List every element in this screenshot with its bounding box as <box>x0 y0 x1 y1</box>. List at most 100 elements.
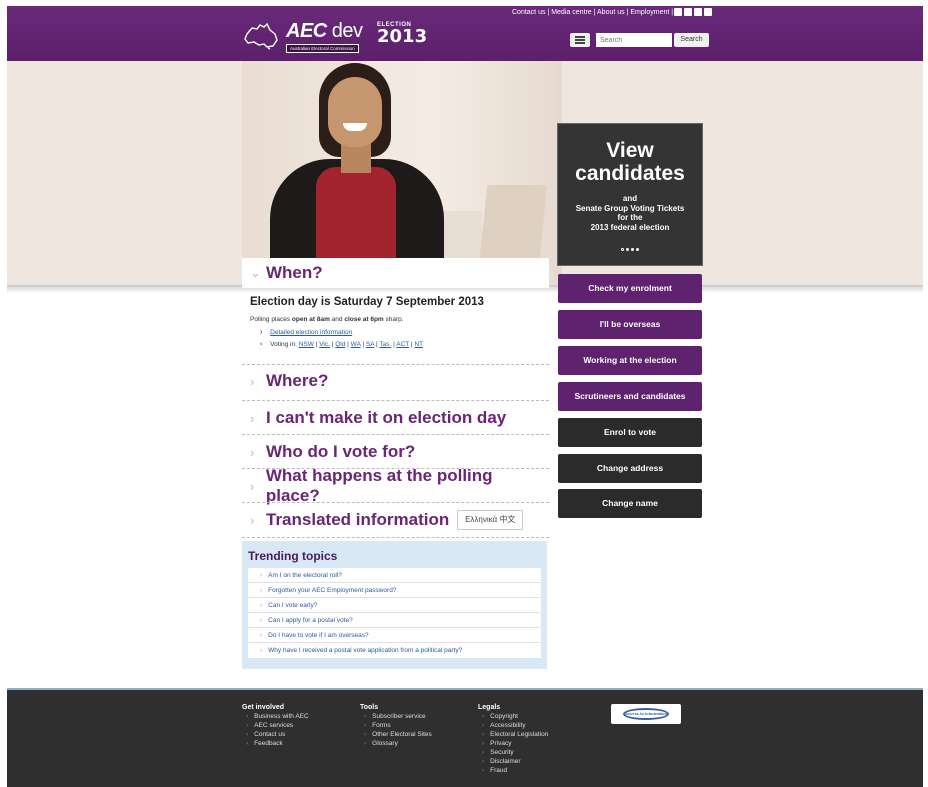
chevron-right-icon: › <box>260 617 263 624</box>
top-link-separator: | <box>626 9 629 16</box>
hamburger-line <box>575 36 585 38</box>
check-enrolment-button[interactable]: Check my enrolment <box>558 274 702 303</box>
list-item[interactable]: › Forgotten your AEC Employment password? <box>248 583 541 598</box>
menu-button[interactable] <box>570 33 590 47</box>
chevron-right-icon: › <box>250 444 255 460</box>
facebook-icon[interactable] <box>684 8 692 16</box>
footer-link[interactable]: › Forms <box>360 721 432 730</box>
footer-link[interactable]: › Other Electoral Sites <box>360 730 432 739</box>
poll-text: Polling places <box>250 316 292 323</box>
trend-text: Am I on the electoral roll? <box>268 572 342 579</box>
list-item[interactable]: › Can I vote early? <box>248 598 541 613</box>
accordion-when-header[interactable]: ⌄ When? <box>250 258 549 288</box>
detailed-info-link[interactable]: Detailed election information <box>270 329 352 336</box>
search-button[interactable]: Search <box>674 33 709 47</box>
photo-face-shape <box>328 77 382 147</box>
overseas-button[interactable]: I'll be overseas <box>558 310 702 339</box>
trending-title: Trending topics <box>248 549 338 563</box>
language-selector[interactable]: Ελληνικά 中文 <box>457 510 524 530</box>
promo-line: Senate Group Voting Tickets <box>575 203 685 213</box>
footer-link[interactable]: › Feedback <box>242 739 309 748</box>
voting-in-row: › Voting in: NSW | Vic. | Qld | WA | SA … <box>260 341 424 348</box>
promo-line: for the <box>617 213 643 222</box>
state-link-act[interactable]: ACT <box>396 341 409 348</box>
top-link-separator: | <box>593 9 596 16</box>
poll-close: close at 6pm <box>344 316 384 323</box>
australia-map-icon <box>244 22 278 50</box>
footer-col-get-involved: Get involved › Business with AEC › AEC ser… <box>242 704 309 748</box>
state-link-wa[interactable]: WA <box>351 341 361 348</box>
access-to-information-badge[interactable]: Access to information <box>611 704 681 724</box>
trend-text: Can I vote early? <box>268 602 318 609</box>
state-link-qld[interactable]: Qld <box>335 341 345 348</box>
accordion-when[interactable]: ⌄ When? <box>242 258 549 288</box>
carousel-dot[interactable] <box>631 248 634 251</box>
hero-banner <box>7 61 923 293</box>
footer-link[interactable]: › Privacy <box>478 739 548 748</box>
chevron-down-icon: ⌄ <box>250 265 261 280</box>
change-name-button[interactable]: Change name <box>558 489 702 518</box>
hamburger-line <box>575 42 585 44</box>
carousel-dot[interactable] <box>626 248 629 251</box>
footer-link[interactable]: › Security <box>478 748 548 757</box>
badge-oval: Access to information <box>623 708 669 720</box>
accordion-where[interactable]: › Where? <box>242 364 549 396</box>
footer-link[interactable]: › Accessibility <box>478 721 548 730</box>
top-link-employment[interactable]: Employment <box>630 9 669 16</box>
state-link-vic[interactable]: Vic. <box>319 341 330 348</box>
working-election-button[interactable]: Working at the election <box>558 346 702 375</box>
chevron-right-icon: › <box>260 647 263 654</box>
footer-link[interactable]: › Glossary <box>360 739 432 748</box>
footer-link[interactable]: › AEC services <box>242 721 309 730</box>
aec-logo[interactable]: AEC dev Australian Electoral Commission … <box>242 18 427 54</box>
top-link-media[interactable]: Media centre <box>551 9 591 16</box>
footer-link[interactable]: › Copyright <box>478 712 548 721</box>
footer-link[interactable]: › Fraud <box>478 766 548 775</box>
enrol-button[interactable]: Enrol to vote <box>558 418 702 447</box>
accordion-translated[interactable]: › Translated information Ελληνικά 中文 <box>242 502 549 538</box>
trend-text: Why have I received a postal vote applic… <box>268 647 463 654</box>
top-links: Contact us | Media centre | About us | E… <box>512 9 673 16</box>
trend-text: Do I have to vote if I am overseas? <box>268 632 369 639</box>
main-content: ⌄ When? Election day is Saturday 7 Septe… <box>242 258 549 538</box>
top-link-contact[interactable]: Contact us <box>512 9 545 16</box>
trend-text: Can I apply for a postal vote? <box>268 617 353 624</box>
footer-link[interactable]: › Subscriber service <box>360 712 432 721</box>
chevron-right-icon: › <box>250 410 255 426</box>
top-link-about[interactable]: About us <box>597 9 625 16</box>
site-header: Contact us | Media centre | About us | E… <box>7 6 923 62</box>
footer-heading: Legals <box>478 704 501 711</box>
carousel-dot[interactable] <box>636 248 639 251</box>
poll-open: open at 8am <box>291 316 330 323</box>
twitter-icon[interactable] <box>674 8 682 16</box>
election-year: 2013 <box>377 26 428 47</box>
state-link-tas[interactable]: Tas. <box>379 341 391 348</box>
footer-link[interactable]: › Business with AEC <box>242 712 309 721</box>
promo-headline: View candidates <box>575 139 685 185</box>
carousel-dots <box>558 247 702 253</box>
accordion-title: What happens at the polling place? <box>265 466 493 505</box>
promo-carousel[interactable]: View candidates and Senate Group Voting … <box>557 123 703 266</box>
top-link-separator: | <box>547 9 550 16</box>
search-input[interactable] <box>596 33 672 47</box>
rss-icon[interactable] <box>704 8 712 16</box>
accordion-cant-make-it[interactable]: › I can't make it on election day <box>242 400 549 432</box>
footer-link[interactable]: › Contact us <box>242 730 309 739</box>
change-address-button[interactable]: Change address <box>558 454 702 483</box>
scrutineers-button[interactable]: Scrutineers and candidates <box>558 382 702 411</box>
state-link-nsw[interactable]: NSW <box>299 341 314 348</box>
state-link-sa[interactable]: SA <box>366 341 374 348</box>
accordion-polling-place[interactable]: › What happens at the polling place? <box>242 466 549 505</box>
chevron-right-icon: › <box>250 373 255 389</box>
youtube-icon[interactable] <box>694 8 702 16</box>
election-badge: ELECTION 2013 <box>377 22 427 46</box>
carousel-dot[interactable] <box>621 248 624 251</box>
footer-link[interactable]: › Disclaimer <box>478 757 548 766</box>
list-item[interactable]: › Am I on the electoral roll? <box>248 568 541 583</box>
list-item[interactable]: › Can I apply for a postal vote? <box>248 613 541 628</box>
list-item[interactable]: › Why have I received a postal vote appli… <box>248 643 541 658</box>
list-item[interactable]: › Do I have to vote if I am overseas? <box>248 628 541 643</box>
accordion-who-vote[interactable]: › Who do I vote for? <box>242 434 549 466</box>
state-link-nt[interactable]: NT <box>414 341 423 348</box>
footer-link[interactable]: › Electoral Legislation <box>478 730 548 739</box>
